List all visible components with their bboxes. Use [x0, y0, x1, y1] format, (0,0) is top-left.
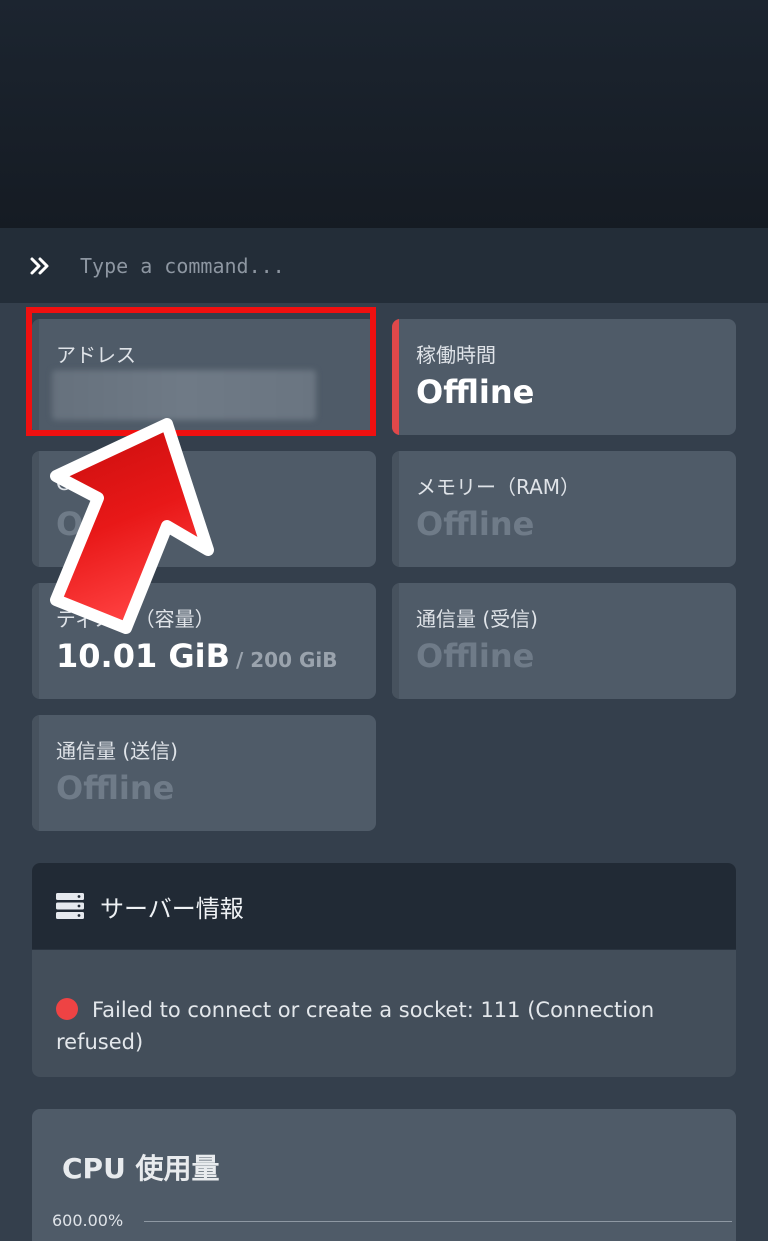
server-status-message: Failed to connect or create a socket: 11… [56, 998, 655, 1054]
uptime-card: 稼働時間 Offline [392, 319, 736, 435]
cpu-chart-title: CPU 使用量 [62, 1152, 220, 1185]
card-edge [32, 319, 39, 435]
server-info-header: サーバー情報 [32, 863, 736, 950]
network-in-value: Offline [416, 637, 535, 675]
memory-card: メモリー（RAM） Offline [392, 451, 736, 567]
command-bar [0, 228, 768, 303]
card-edge-error [392, 319, 399, 435]
network-in-label: 通信量 (受信) [416, 607, 538, 631]
disk-label: ディスク（容量） [56, 607, 215, 631]
address-card: アドレス [32, 319, 376, 435]
address-label: アドレス [56, 343, 136, 367]
error-status-dot [56, 998, 78, 1020]
card-edge [392, 451, 399, 567]
server-icon [56, 893, 84, 919]
cpu-label: CPU [56, 471, 97, 495]
network-out-value: Offline [56, 769, 175, 807]
cpu-chart-panel: CPU 使用量 600.00% [32, 1109, 736, 1241]
uptime-label: 稼働時間 [416, 343, 496, 367]
server-info-panel: サーバー情報 Failed to connect or create a soc… [32, 863, 736, 1077]
disk-value: 10.01 GiB/ 200 GiB [56, 637, 337, 675]
console-output [0, 0, 768, 228]
chevron-double-right-icon [30, 257, 49, 274]
cpu-card: CPU Offline [32, 451, 376, 567]
card-edge [32, 451, 39, 567]
disk-limit: / 200 GiB [235, 648, 338, 672]
server-status-message-row: Failed to connect or create a socket: 11… [32, 950, 736, 1058]
memory-label: メモリー（RAM） [416, 475, 581, 499]
network-out-label: 通信量 (送信) [56, 739, 178, 763]
card-edge [32, 583, 39, 699]
cpu-chart-gridline [144, 1221, 732, 1222]
blurred-address-value [52, 370, 316, 420]
network-out-card: 通信量 (送信) Offline [32, 715, 376, 831]
cpu-value: Offline [56, 505, 175, 543]
command-input[interactable] [80, 245, 768, 286]
uptime-value: Offline [416, 373, 535, 411]
card-edge [32, 715, 39, 831]
card-edge [392, 583, 399, 699]
cpu-chart-tick-label: 600.00% [52, 1211, 124, 1230]
memory-value: Offline [416, 505, 535, 543]
server-info-title: サーバー情報 [100, 894, 244, 923]
disk-used: 10.01 GiB [56, 637, 230, 675]
network-in-card: 通信量 (受信) Offline [392, 583, 736, 699]
disk-card: ディスク（容量） 10.01 GiB/ 200 GiB [32, 583, 376, 699]
